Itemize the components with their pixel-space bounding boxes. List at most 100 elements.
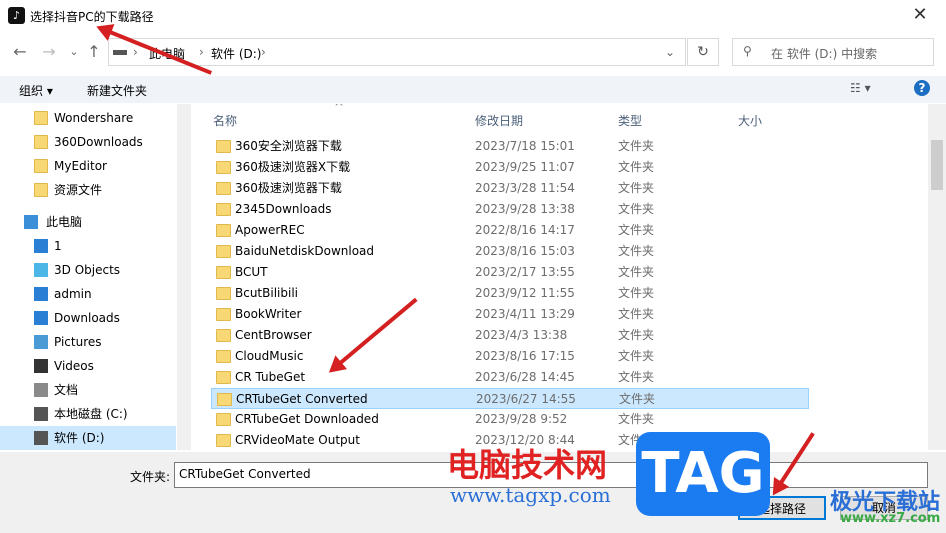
chevron-right-icon: › xyxy=(261,45,266,59)
download-icon xyxy=(34,311,48,325)
column-header-name[interactable]: 名称 xyxy=(213,112,237,129)
file-row[interactable]: BaiduNetdiskDownload 2023/8/16 15:03 文件夹 xyxy=(211,241,809,262)
search-input[interactable]: ⚲ 在 软件 (D:) 中搜索 xyxy=(732,38,934,66)
folder-icon xyxy=(216,245,231,258)
file-date: 2023/9/28 9:52 xyxy=(475,412,568,426)
file-row[interactable]: 360安全浏览器下载 2023/7/18 15:01 文件夹 xyxy=(211,136,809,157)
chevron-right-icon: › xyxy=(199,45,204,59)
sidebar-item[interactable]: 软件 (D:) xyxy=(0,426,176,450)
chevron-down-icon[interactable]: ⌄ xyxy=(665,45,675,59)
sidebar-item-label: 此电脑 xyxy=(46,215,83,229)
sidebar-item[interactable]: admin xyxy=(0,282,176,306)
sidebar-item-label: 360Downloads xyxy=(54,135,143,149)
watermark-text: 电脑技术网 xyxy=(447,446,608,484)
sidebar-item[interactable]: 文档 xyxy=(0,378,176,402)
file-type: 文件夹 xyxy=(619,392,656,406)
folder-icon xyxy=(216,434,231,447)
folder-icon xyxy=(34,183,48,197)
sidebar-item[interactable]: 1 xyxy=(0,234,176,258)
file-name: BookWriter xyxy=(235,307,302,321)
sidebar-item[interactable]: Videos xyxy=(0,354,176,378)
file-row[interactable]: 360极速浏览器下载 2023/3/28 11:54 文件夹 xyxy=(211,178,809,199)
folder-icon xyxy=(34,159,48,173)
column-header-date[interactable]: 修改日期 xyxy=(475,112,523,129)
file-date: 2023/4/3 13:38 xyxy=(475,328,568,342)
file-type: 文件夹 xyxy=(618,370,655,384)
file-type: 文件夹 xyxy=(618,202,655,216)
sidebar-item[interactable]: 360Downloads xyxy=(0,130,176,154)
file-row[interactable]: 2345Downloads 2023/9/28 13:38 文件夹 xyxy=(211,199,809,220)
folder-icon xyxy=(216,203,231,216)
sidebar-item-label: 软件 (D:) xyxy=(54,431,105,445)
file-type: 文件夹 xyxy=(618,307,655,321)
folder-icon xyxy=(217,393,232,406)
sidebar-item[interactable]: 资源文件 xyxy=(0,178,176,202)
sidebar-scrollbar[interactable] xyxy=(177,104,191,450)
file-row[interactable]: ApowerREC 2022/8/16 14:17 文件夹 xyxy=(211,220,809,241)
sidebar-item-label: admin xyxy=(54,287,92,301)
file-row[interactable]: 360极速浏览器X下载 2023/9/25 11:07 文件夹 xyxy=(211,157,809,178)
folder-icon xyxy=(34,111,48,125)
sidebar-item[interactable]: MyEditor xyxy=(0,154,176,178)
search-icon: ⚲ xyxy=(743,44,752,58)
file-name: CRTubeGet Downloaded xyxy=(235,412,379,426)
tag-logo: TAG xyxy=(636,432,770,516)
sidebar-item-label: MyEditor xyxy=(54,159,107,173)
file-name: 360安全浏览器下载 xyxy=(235,139,342,153)
drive-icon xyxy=(34,407,48,421)
recent-locations-button[interactable]: ⌄ xyxy=(64,45,84,58)
file-row[interactable]: BcutBilibili 2023/9/12 11:55 文件夹 xyxy=(211,283,809,304)
up-button[interactable]: ↑ xyxy=(84,42,104,61)
folder-icon xyxy=(216,287,231,300)
cube-icon xyxy=(34,263,48,277)
address-bar[interactable]: › 此电脑 › 软件 (D:) › ⌄ xyxy=(108,38,686,66)
scrollbar-thumb[interactable] xyxy=(931,140,943,190)
file-date: 2023/9/12 11:55 xyxy=(475,286,575,300)
file-type: 文件夹 xyxy=(618,223,655,237)
file-date: 2023/3/28 11:54 xyxy=(475,181,575,195)
watermark-url2: www.xz7.com xyxy=(840,511,941,526)
refresh-button[interactable]: ↻ xyxy=(687,38,719,66)
close-button[interactable]: ✕ xyxy=(905,4,935,28)
document-icon xyxy=(34,383,48,397)
file-name: BaiduNetdiskDownload xyxy=(235,244,375,258)
music-icon xyxy=(34,239,48,253)
forward-button[interactable]: → xyxy=(39,42,59,61)
file-type: 文件夹 xyxy=(618,160,655,174)
file-row[interactable]: CloudMusic 2023/8/16 17:15 文件夹 xyxy=(211,346,809,367)
sidebar-item[interactable]: 此电脑 xyxy=(0,210,176,234)
sidebar-item-label: 3D Objects xyxy=(54,263,121,277)
sidebar-item-label: 1 xyxy=(54,239,62,253)
column-header-type[interactable]: 类型 xyxy=(618,112,642,129)
file-row[interactable]: CRTubeGet Converted 2023/6/27 14:55 文件夹 xyxy=(211,388,809,409)
view-options-icon[interactable]: ☷ ▾ xyxy=(850,81,871,95)
back-button[interactable]: ← xyxy=(10,42,30,61)
folder-icon xyxy=(216,182,231,195)
file-date: 2023/7/18 15:01 xyxy=(475,139,575,153)
file-type: 文件夹 xyxy=(618,286,655,300)
sidebar-item[interactable]: Downloads xyxy=(0,306,176,330)
sidebar-item[interactable]: Wondershare xyxy=(0,106,176,130)
file-name: 360极速浏览器下载 xyxy=(235,181,342,195)
file-name: CRVideoMate Output xyxy=(235,433,360,447)
file-row[interactable]: BCUT 2023/2/17 13:55 文件夹 xyxy=(211,262,809,283)
sidebar-item[interactable]: 3D Objects xyxy=(0,258,176,282)
file-date: 2023/8/16 15:03 xyxy=(475,244,575,258)
new-folder-button[interactable]: 新建文件夹 xyxy=(87,82,147,99)
folder-icon xyxy=(34,135,48,149)
breadcrumb-drive-d[interactable]: 软件 (D:) xyxy=(211,45,261,62)
sidebar-item[interactable]: 本地磁盘 (C:) xyxy=(0,402,176,426)
sidebar-item[interactable]: Pictures xyxy=(0,330,176,354)
file-type: 文件夹 xyxy=(618,328,655,342)
file-row[interactable]: CentBrowser 2023/4/3 13:38 文件夹 xyxy=(211,325,809,346)
file-row[interactable]: CR TubeGet 2023/6/28 14:45 文件夹 xyxy=(211,367,809,388)
column-header-size[interactable]: 大小 xyxy=(738,112,762,129)
help-icon[interactable]: ? xyxy=(914,80,930,96)
navigation-pane: Wondershare 360Downloads MyEditor 资源文件此电脑 1 3… xyxy=(0,104,190,450)
organize-button[interactable]: 组织 ▾ xyxy=(19,82,53,99)
sidebar-item-label: 资源文件 xyxy=(54,183,103,197)
file-row[interactable]: BookWriter 2023/4/11 13:29 文件夹 xyxy=(211,304,809,325)
folder-icon xyxy=(216,224,231,237)
file-row[interactable]: CRTubeGet Downloaded 2023/9/28 9:52 文件夹 xyxy=(211,409,809,430)
folder-icon xyxy=(216,161,231,174)
